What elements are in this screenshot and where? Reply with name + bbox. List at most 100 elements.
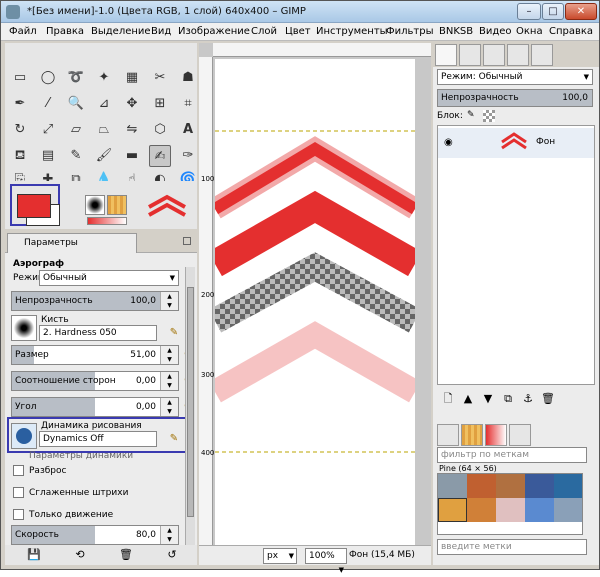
lock-pixels-icon[interactable]: ✎ [467,110,479,122]
speed-slider[interactable]: Скорость 80,0 ▲ ▼ [11,525,179,545]
foreground-select-icon[interactable]: ☗ [177,67,199,89]
scatter-checkbox[interactable] [13,465,24,476]
pattern-tile[interactable] [554,474,582,498]
pattern-tile[interactable] [525,474,554,498]
unit-select[interactable]: px ▼ [263,548,297,564]
gradient-preview[interactable] [87,217,127,225]
rect-select-icon[interactable]: ▭ [9,67,31,89]
menu-layer[interactable]: Слой [251,26,277,37]
tab-fonts[interactable] [509,424,531,446]
shear-icon[interactable]: ▱ [65,119,87,141]
fg-bg-color-selector[interactable] [10,184,60,226]
menu-file[interactable]: Файл [9,26,37,37]
minimize-button[interactable]: – [517,3,541,20]
crop-icon[interactable]: ⌗ [177,93,199,115]
pattern-tile[interactable] [496,498,525,522]
tab-brushes[interactable] [437,424,459,446]
anchor-layer-icon[interactable]: ⚓ [521,392,535,406]
pattern-grid[interactable] [437,473,583,535]
pattern-tile[interactable] [438,474,467,498]
tool-options-scroll-thumb[interactable] [187,287,194,517]
blend-icon[interactable]: ▤ [37,145,59,167]
tab-patterns[interactable] [461,424,483,446]
menu-color[interactable]: Цвет [285,26,311,37]
eye-icon[interactable]: ◉ [444,137,453,148]
rotate-icon[interactable]: ↻ [9,119,31,141]
scale-icon[interactable]: ⤢ [37,119,59,141]
size-spinner[interactable]: ▲ ▼ [160,346,178,364]
tool-options-scrollbar[interactable] [185,267,195,545]
tab-tool-presets[interactable] [531,44,553,66]
lower-layer-icon[interactable]: ▼ [481,392,495,406]
brush-select-button[interactable] [11,315,37,341]
menu-video[interactable]: Видео [479,26,512,37]
menu-help[interactable]: Справка [549,26,593,37]
align-icon[interactable]: ⊞ [149,93,171,115]
close-button[interactable]: ✕ [565,3,597,20]
ink-icon[interactable]: ✑ [177,145,199,167]
lasso-icon[interactable]: ➰ [65,67,87,89]
opacity-slider[interactable]: Непрозрачность 100,0 ▲ ▼ [11,291,179,311]
pattern-tile[interactable] [525,498,554,522]
opacity-spinner[interactable]: ▲ ▼ [160,292,178,310]
cage-icon[interactable]: ⬡ [149,119,171,141]
text-icon[interactable]: A [177,119,199,141]
measure-icon[interactable]: ⊿ [93,93,115,115]
aspect-ratio-spinner[interactable]: ▲ ▼ [160,372,178,390]
tab-gradients[interactable] [485,424,507,446]
menu-edit[interactable]: Правка [46,26,84,37]
pattern-tile[interactable] [467,498,496,522]
bucket-fill-icon[interactable]: ⛾ [9,145,31,167]
layer-mode-select[interactable]: Режим: Обычный ▼ [437,69,593,85]
speed-spinner[interactable]: ▲ ▼ [160,526,178,544]
paintbrush-icon[interactable]: 🖌 [93,145,115,167]
vertical-ruler[interactable]: 100 200 300 400 [199,57,214,545]
tab-layers[interactable] [435,44,457,66]
save-options-icon[interactable]: 💾 [27,548,41,562]
reset-options-icon[interactable]: ↺ [165,548,179,562]
ellipse-select-icon[interactable]: ◯ [37,67,59,89]
image-canvas[interactable] [208,59,422,545]
aspect-ratio-slider[interactable]: Соотношение сторон 0,00 ▲ ▼ [11,371,179,391]
maximize-button[interactable]: □ [542,3,564,20]
perspective-icon[interactable]: ⏢ [93,119,115,141]
only-move-checkbox[interactable] [13,509,24,520]
size-slider[interactable]: Размер 51,00 ▲ ▼ [11,345,179,365]
foreground-color-swatch[interactable] [17,194,51,218]
angle-slider[interactable]: Угол 0,00 ▲ ▼ [11,397,179,417]
edit-brush-icon[interactable]: ✎ [167,326,181,340]
menu-tools[interactable]: Инструменты [316,26,388,37]
lock-alpha-icon[interactable] [483,110,495,122]
menu-view[interactable]: Вид [151,26,171,37]
menu-image[interactable]: Изображение [178,26,250,37]
tab-undo[interactable] [507,44,529,66]
dynamics-params-label[interactable]: Параметры динамики [29,451,133,461]
pattern-tile[interactable] [554,498,582,522]
dynamics-select-button[interactable] [11,423,37,449]
brush-preview[interactable] [85,195,105,215]
tab-channels[interactable] [459,44,481,66]
paths-icon[interactable]: ✒ [9,93,31,115]
menu-filters[interactable]: Фильтры [386,26,433,37]
fuzzy-select-icon[interactable]: ✦ [93,67,115,89]
image-preview-icon[interactable] [145,193,189,223]
tab-menu-icon[interactable] [183,237,191,245]
pattern-preview[interactable] [107,195,127,215]
color-picker-icon[interactable]: ⁄ [37,93,59,115]
horizontal-ruler[interactable] [213,43,431,57]
dynamics-name-field[interactable]: Dynamics Off [39,431,157,447]
delete-options-icon[interactable]: 🗑 [119,548,133,562]
brush-name-field[interactable]: 2. Hardness 050 [39,325,157,341]
raise-layer-icon[interactable]: ▲ [461,392,475,406]
eraser-icon[interactable]: ▬ [121,145,143,167]
layer-opacity-slider[interactable]: Непрозрачность 100,0 [437,89,593,107]
pattern-tile[interactable] [438,498,467,522]
pattern-tags-input[interactable]: введите метки [437,539,587,555]
smooth-checkbox[interactable] [13,487,24,498]
menu-windows[interactable]: Окна [516,26,543,37]
menu-bnksb[interactable]: BNKSB [439,26,473,37]
color-select-icon[interactable]: ▦ [121,67,143,89]
pattern-tile[interactable] [467,474,496,498]
move-icon[interactable]: ✥ [121,93,143,115]
tab-tool-options[interactable]: Параметры инструментов [7,233,137,266]
